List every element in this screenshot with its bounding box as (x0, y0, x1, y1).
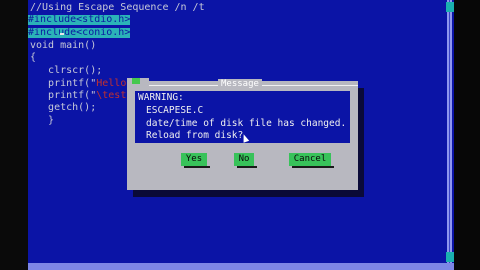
right-black-margin (454, 0, 480, 270)
dialog-title: Message (218, 79, 262, 89)
code-line-7-text: printf(" (30, 78, 97, 89)
filename-label: ESCAPESE.C (146, 105, 204, 116)
left-black-margin (0, 0, 28, 270)
window-right-border (447, 0, 452, 270)
code-line-6: clrscr(); (30, 65, 103, 76)
message-text: date/time of disk file has changed. (146, 118, 347, 129)
yes-button[interactable]: Yes (181, 153, 207, 166)
code-line-9: getch(); (30, 102, 97, 113)
dialog-close-area[interactable] (127, 78, 149, 90)
code-line-2: #include<stdio.h> (28, 14, 131, 25)
window-bottom-border (28, 263, 454, 270)
code-line-1: //Using Escape Sequence /n /t (30, 2, 205, 13)
code-line-5: { (30, 52, 37, 63)
code-line-8-text: printf(" (30, 90, 97, 101)
code-line-4: void main() (30, 40, 97, 51)
code-line-10: } (30, 115, 55, 126)
close-icon[interactable] (132, 78, 140, 84)
code-line-3: #include<conio.h> (28, 27, 131, 38)
prompt-text: Reload from disk? (146, 130, 244, 141)
no-button[interactable]: No (234, 153, 254, 166)
warning-label: WARNING: (138, 92, 184, 103)
no-button-shadow (237, 166, 257, 168)
text-cursor (60, 33, 64, 35)
cancel-button-shadow (292, 166, 334, 168)
scroll-up-button[interactable] (446, 2, 454, 12)
cancel-button[interactable]: Cancel (289, 153, 331, 166)
yes-button-shadow (184, 166, 210, 168)
scroll-down-button[interactable] (446, 252, 454, 262)
